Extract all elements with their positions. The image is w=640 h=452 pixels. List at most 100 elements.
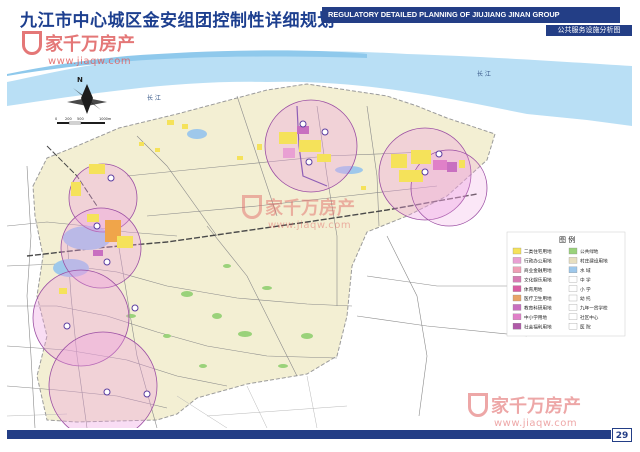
- green-patch: [199, 364, 207, 368]
- river-label-east: 长 江: [477, 70, 491, 78]
- legend-swatch: [568, 323, 578, 330]
- green-patch: [301, 333, 313, 339]
- block: [167, 120, 174, 125]
- legend-swatch: [512, 294, 522, 302]
- block: [182, 124, 188, 129]
- legend-label: 中 学: [580, 276, 591, 283]
- green-patch: [212, 313, 222, 319]
- block: [361, 186, 366, 190]
- legend-label: 二类住宅用地: [524, 248, 552, 255]
- legend-label: 村庄建设用地: [580, 258, 608, 265]
- block: [433, 160, 447, 170]
- legend-label: 水 域: [580, 267, 591, 274]
- school-icon: [299, 120, 307, 128]
- block: [93, 250, 103, 256]
- legend-label: 教育科研用地: [524, 305, 552, 312]
- legend-label: 医 院: [580, 323, 591, 330]
- legend-swatch: [512, 285, 522, 292]
- block: [399, 170, 423, 182]
- block: [391, 154, 407, 168]
- scale-label: 1000m: [99, 117, 112, 121]
- north-label: N: [77, 76, 83, 84]
- block: [299, 140, 321, 152]
- block: [59, 288, 67, 294]
- legend-label: 社会福利用地: [524, 323, 552, 330]
- school-icon: [321, 128, 329, 136]
- scale-segment: [81, 122, 105, 124]
- legend-label: 小 学: [580, 286, 591, 293]
- scale-label: 200: [65, 117, 72, 121]
- map-subtitle: 公共服务设施分析图: [546, 25, 632, 36]
- legend-swatch: [568, 266, 578, 273]
- legend-label: 体育用地: [524, 286, 543, 293]
- school-icon: [305, 158, 313, 166]
- block: [155, 148, 160, 152]
- school-icon: [103, 388, 111, 396]
- legend-swatch: [512, 304, 522, 311]
- school-icon: [103, 258, 111, 266]
- green-patch: [163, 334, 171, 338]
- page-title: 九江市中心城区金安组团控制性详细规划: [20, 11, 335, 31]
- green-patch: [223, 264, 231, 268]
- legend-swatch: [568, 304, 578, 311]
- legend-swatch: [568, 313, 578, 320]
- legend-label: 行政办公用地: [524, 258, 552, 265]
- green-patch: [278, 364, 288, 368]
- block: [71, 182, 81, 196]
- map-page: 九江市中心城区金安组团控制性详细规划 REGULATORY DETAILED P…: [0, 0, 640, 452]
- legend-swatch: [568, 257, 578, 264]
- legend-label: 九年一贯学校: [580, 305, 608, 312]
- green-patch: [181, 291, 193, 297]
- block: [283, 148, 295, 158]
- legend-swatch: [568, 276, 578, 283]
- school-icon: [93, 222, 101, 230]
- legend-label: 商业金融用地: [524, 267, 552, 274]
- footer-bar: [7, 430, 611, 439]
- header: 九江市中心城区金安组团控制性详细规划 REGULATORY DETAILED P…: [0, 0, 640, 36]
- block: [317, 154, 331, 162]
- legend-label: 医疗卫生用地: [524, 295, 552, 302]
- legend-label: 公共绿地: [580, 248, 599, 255]
- block: [411, 150, 431, 164]
- legend-swatch: [512, 266, 522, 273]
- legend-swatch: [568, 247, 578, 255]
- legend-swatch: [512, 313, 522, 320]
- legend-swatch: [568, 285, 578, 292]
- legend-label: 中小学用地: [524, 314, 547, 321]
- block: [237, 156, 243, 160]
- block: [87, 214, 99, 222]
- school-icon: [63, 322, 71, 330]
- block: [459, 160, 465, 168]
- legend-label: 幼 托: [580, 295, 591, 302]
- block: [447, 162, 457, 172]
- scale-label: 0: [55, 117, 57, 121]
- scale-segment: [57, 122, 69, 124]
- legend-swatch: [512, 323, 522, 330]
- scale-segment: [68, 121, 82, 125]
- legend-swatch: [512, 247, 522, 255]
- school-icon: [421, 168, 429, 176]
- school-icon: [131, 304, 139, 312]
- river-label-west: 长 江: [147, 94, 161, 102]
- legend-label: 文化娱乐用地: [524, 276, 552, 283]
- legend-title: 图 例: [559, 235, 575, 244]
- block: [279, 132, 297, 144]
- planning-map: 长 江 长 江 N 0 200 500 1000m 图 例 二类住宅用地行政办公…: [7, 36, 632, 428]
- legend-label: 社区中心: [580, 314, 599, 321]
- green-patch: [262, 286, 272, 290]
- block: [89, 164, 105, 174]
- legend-swatch: [568, 294, 578, 302]
- legend-swatch: [512, 276, 522, 283]
- scale-label: 500: [77, 117, 84, 121]
- block: [117, 236, 133, 248]
- english-title: REGULATORY DETAILED PLANNING OF JIUJIANG…: [322, 7, 620, 23]
- block: [139, 142, 144, 146]
- school-icon: [435, 150, 443, 158]
- school-icon: [107, 174, 115, 182]
- map-legend: 图 例 二类住宅用地行政办公用地商业金融用地文化娱乐用地体育用地医疗卫生用地教育…: [506, 231, 626, 337]
- green-patch: [238, 331, 252, 337]
- school-icon: [143, 390, 151, 398]
- pond: [187, 129, 207, 139]
- legend-swatch: [512, 257, 522, 264]
- page-number: 29: [612, 428, 632, 442]
